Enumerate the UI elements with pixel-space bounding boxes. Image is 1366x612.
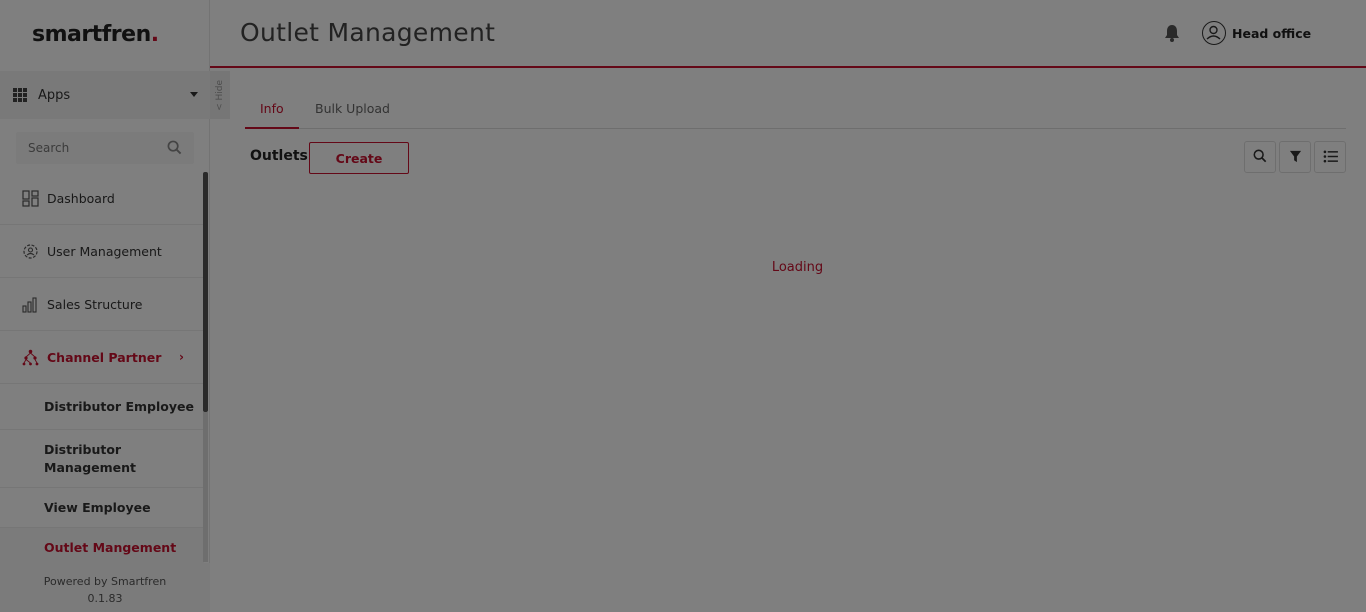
modal-overlay[interactable] xyxy=(0,0,1366,612)
